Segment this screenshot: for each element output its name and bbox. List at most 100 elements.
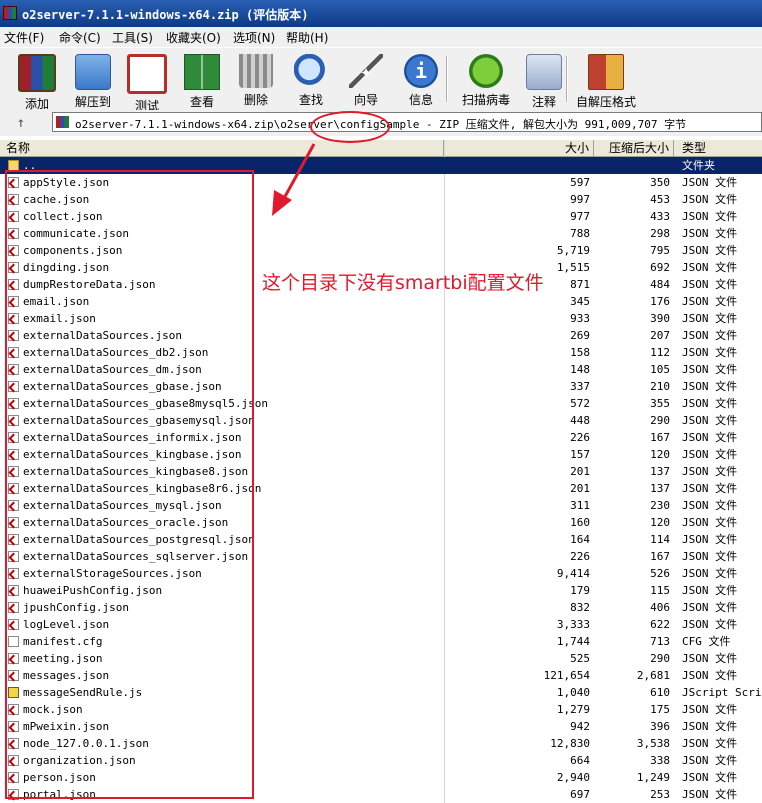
file-size: 448 [570,414,590,427]
json-file-icon [8,347,19,358]
file-name: externalDataSources_oracle.json [23,516,229,529]
file-row[interactable]: portal.json 697 253 JSON 文件 [0,786,762,803]
file-row[interactable]: externalDataSources_mysql.json 311 230 JSON… [0,497,762,514]
file-row[interactable]: cache.json 997 453 JSON 文件 [0,191,762,208]
file-row[interactable]: logLevel.json 3,333 622 JSON 文件 [0,616,762,633]
file-row[interactable]: manifest.cfg 1,744 713 CFG 文件 [0,633,762,650]
file-row[interactable]: externalDataSources_informix.json 226 167 J… [0,429,762,446]
file-row[interactable]: externalDataSources_sqlserver.json 226 167… [0,548,762,565]
file-name: externalDataSources_gbase8mysql5.json [23,397,269,410]
file-row[interactable]: externalDataSources_db2.json 158 112 JSON 文… [0,344,762,361]
menu-item[interactable]: 帮助(H) [286,29,328,46]
toolbar-button-label: 删除 [243,93,268,107]
json-file-icon [8,483,19,494]
file-size: 201 [570,465,590,478]
toolbar-button[interactable]: 自解压格式 [576,52,636,109]
file-name: externalDataSources_dm.json [23,363,202,376]
file-row[interactable]: messages.json 121,654 2,681 JSON 文件 [0,667,762,684]
highlight-ellipse [310,111,390,143]
file-type: JSON 文件 [682,227,738,240]
file-type: JSON 文件 [682,669,738,682]
file-row[interactable]: organization.json 664 338 JSON 文件 [0,752,762,769]
file-row[interactable]: externalDataSources_kingbase8.json 201 137… [0,463,762,480]
toolbar-button[interactable]: 测试 [117,52,177,113]
column-size[interactable]: 大小 [444,140,594,156]
file-row[interactable]: externalDataSources.json 269 207 JSON 文件 [0,327,762,344]
file-size: 977 [570,210,590,223]
menu-item[interactable]: 文件(F) [4,29,44,46]
file-row[interactable]: externalDataSources_gbase8mysql5.json 572… [0,395,762,412]
file-type: JSON 文件 [682,737,738,750]
file-type: JSON 文件 [682,176,738,189]
file-type: CFG 文件 [682,635,731,648]
parent-folder-row[interactable]: .. 文件夹 [0,157,762,174]
json-file-icon [8,619,19,630]
file-size: 525 [570,652,590,665]
extract-folder-icon [75,54,111,90]
file-row[interactable]: person.json 2,940 1,249 JSON 文件 [0,769,762,786]
file-row[interactable]: appStyle.json 597 350 JSON 文件 [0,174,762,191]
file-row[interactable]: jpushConfig.json 832 406 JSON 文件 [0,599,762,616]
toolbar-button[interactable]: 添加 [7,52,67,111]
file-row[interactable]: mPweixin.json 942 396 JSON 文件 [0,718,762,735]
file-row[interactable]: email.json 345 176 JSON 文件 [0,293,762,310]
toolbar-button[interactable]: 查看 [172,52,232,109]
column-name[interactable]: 名称 [0,140,444,156]
file-row[interactable]: communicate.json 788 298 JSON 文件 [0,225,762,242]
file-row[interactable]: node_127.0.0.1.json 12,830 3,538 JSON 文件 [0,735,762,752]
path-field[interactable]: o2server-7.1.1-windows-x64.zip\o2server\… [52,112,762,132]
file-name: externalDataSources_sqlserver.json [23,550,249,563]
file-row[interactable]: mock.json 1,279 175 JSON 文件 [0,701,762,718]
title-bar: o2server-7.1.1-windows-x64.zip (评估版本) [0,0,762,27]
file-row[interactable]: externalStorageSources.json 9,414 526 JSON … [0,565,762,582]
toolbar-button[interactable]: 查找 [281,52,341,108]
menu-item[interactable]: 选项(N) [233,29,275,46]
json-file-icon [8,602,19,613]
file-row[interactable]: externalDataSources_kingbase.json 157 120 J… [0,446,762,463]
up-folder-button[interactable]: ↑ [8,114,34,132]
column-type[interactable]: 类型 [674,140,762,156]
json-file-icon [8,211,19,222]
file-row[interactable]: meeting.json 525 290 JSON 文件 [0,650,762,667]
file-name: messageSendRule.js [23,686,143,699]
file-row[interactable]: externalDataSources_postgresql.json 164 11… [0,531,762,548]
file-packed-size: 230 [650,499,670,512]
menu-item[interactable]: 工具(S) [112,29,153,46]
file-row[interactable]: messageSendRule.js 1,040 610 JScript Script [0,684,762,701]
cfg-file-icon [8,636,19,647]
json-file-icon [8,432,19,443]
menu-item[interactable]: 命令(C) [59,29,101,46]
file-row[interactable]: components.json 5,719 795 JSON 文件 [0,242,762,259]
file-packed-size: 207 [650,329,670,342]
menu-item[interactable]: 收藏夹(O) [166,29,221,46]
json-file-icon [8,738,19,749]
json-file-icon [8,755,19,766]
toolbar-button[interactable]: 注释 [514,52,574,109]
json-file-icon [8,364,19,375]
file-row[interactable]: externalDataSources_oracle.json 160 120 JSO… [0,514,762,531]
toolbar-button[interactable]: 解压到 [63,52,123,109]
file-packed-size: 1,249 [636,771,670,784]
file-row[interactable]: externalDataSources_dm.json 148 105 JSON 文件 [0,361,762,378]
file-size: 664 [570,754,590,767]
file-row[interactable]: externalDataSources_gbasemysql.json 448 29… [0,412,762,429]
file-size: 942 [570,720,590,733]
toolbar-button[interactable]: 删除 [226,52,286,108]
file-row[interactable]: externalDataSources_gbase.json 337 210 JSON… [0,378,762,395]
toolbar-button[interactable]: i 信息 [391,52,451,108]
json-file-icon [8,721,19,732]
file-row[interactable]: externalDataSources_kingbase8r6.json 201 1… [0,480,762,497]
file-size: 597 [570,176,590,189]
json-file-icon [8,245,19,256]
file-type: JSON 文件 [682,567,738,580]
file-size: 1,515 [556,261,590,274]
file-packed-size: 105 [650,363,670,376]
file-row[interactable]: exmail.json 933 390 JSON 文件 [0,310,762,327]
toolbar-button[interactable]: ✦ 向导 [336,52,396,108]
file-row[interactable]: collect.json 977 433 JSON 文件 [0,208,762,225]
file-size: 160 [570,516,590,529]
file-row[interactable]: huaweiPushConfig.json 179 115 JSON 文件 [0,582,762,599]
toolbar-button[interactable]: 扫描病毒 [456,52,516,108]
column-packed-size[interactable]: 压缩后大小 [594,140,674,156]
toolbar: 添加 解压到 测试 查看 删除 查找 ✦ 向导 i 信息 扫描病毒 注释 自解压格式 [0,47,762,113]
